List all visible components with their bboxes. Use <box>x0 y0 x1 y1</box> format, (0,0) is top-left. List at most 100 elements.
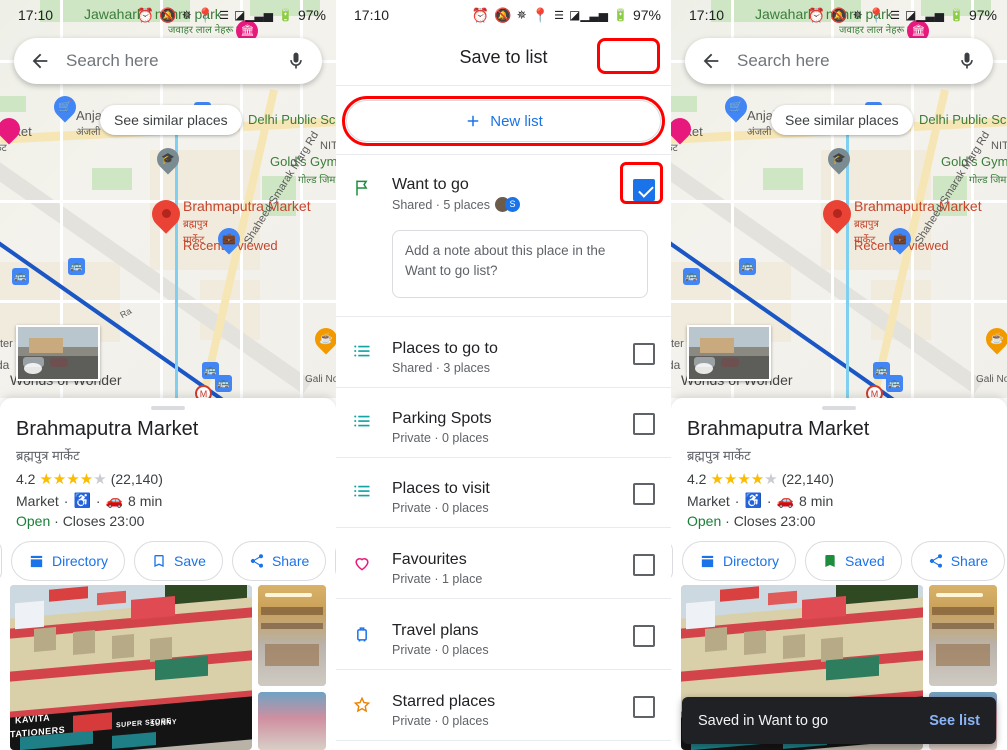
list-item-want-to-go[interactable]: Want to go Shared · 5 places S <box>336 162 671 212</box>
place-detail-sheet-right: Brahmaputra Market ब्रह्मपुत्र मार्केट 4… <box>671 398 1007 750</box>
map-pin-selected[interactable] <box>146 194 186 238</box>
map-label-selected-place: Brahmaputra Market <box>183 198 311 214</box>
bluetooth-icon: ✵ <box>516 8 527 22</box>
map-pin-bag[interactable]: 💼 <box>213 223 245 258</box>
status-bar-left: 17:10 ⏰ 🔕 ✵ 📍 ☰ ◪▁▃▅ 🔋 97% <box>0 0 336 30</box>
place-detail-sheet: Brahmaputra Market ब्रह्मपुत्र मार्केट 4… <box>0 398 336 750</box>
list-item-places-to-visit[interactable]: Places to visit Private · 0 places <box>336 466 671 515</box>
search-bar[interactable]: Search here <box>14 38 322 84</box>
map-icon-transit-2[interactable]: 🚌 <box>12 268 29 285</box>
map-pin-cafe[interactable]: ☕ <box>310 323 336 358</box>
status-bar-right: 17:10 ⏰ 🔕 ✵ 📍 ☰ ◪▁▃▅ 🔋 97% <box>671 0 1007 30</box>
directory-label: Directory <box>723 553 780 569</box>
map-pin-bag[interactable]: 💼 <box>884 223 916 258</box>
list-meta: Private · 0 places <box>392 501 489 515</box>
map-icon-transit-2[interactable]: 🚌 <box>683 268 700 285</box>
list-checkbox-favourites[interactable] <box>633 554 655 576</box>
notifications-off-icon: 🔕 <box>159 6 177 23</box>
status-bar-mid: 17:10 ⏰ 🔕 ✵ 📍 ☰ ◪▁▃▅ 🔋 97% <box>336 0 671 30</box>
map-pin-school[interactable]: 🎓 <box>152 143 184 178</box>
list-item-starred-places[interactable]: Starred places Private · 0 places <box>336 679 671 728</box>
bluetooth-icon: ✵ <box>181 8 192 22</box>
map-canvas[interactable]: Jawaharlal nehru park जवाहर लाल नेहरू पा… <box>0 0 336 398</box>
share-button-right[interactable]: Share <box>910 541 1006 581</box>
save-label: Save <box>174 553 206 569</box>
list-item-text: Starred places Private · 0 places <box>392 693 633 728</box>
map-label-school: Delhi Public Sch <box>248 112 336 127</box>
map-label-nit: NIT <box>320 140 336 152</box>
bookmark-filled-icon <box>822 553 838 569</box>
map-label-school: Delhi Public Sch <box>919 112 1007 127</box>
map-pin-left-edge[interactable] <box>671 113 696 148</box>
map-icon-transit-3[interactable]: 🚌 <box>739 258 756 275</box>
list-checkbox-starred-places[interactable] <box>633 696 655 718</box>
photo-strip[interactable]: KAVITA TATIONERS SUPER STORE SUNNY <box>0 585 336 750</box>
map-pin-shop[interactable]: 🛒 <box>720 91 752 126</box>
map-label-da: da <box>0 358 10 372</box>
status-time-right: 17:10 <box>689 7 725 23</box>
directory-button-right[interactable]: Directory <box>682 541 797 581</box>
list-item-travel-plans[interactable]: Travel plans Private · 0 places <box>336 608 671 657</box>
list-item-text: Places to go to Shared · 3 places <box>392 340 633 375</box>
map-icon-transit-3[interactable]: 🚌 <box>68 258 85 275</box>
list-name: Starred places <box>392 693 496 710</box>
street-view-thumbnail[interactable] <box>16 325 100 381</box>
action-button-partial-left[interactable] <box>671 541 673 581</box>
share-button[interactable]: Share <box>231 541 327 581</box>
see-list-button[interactable]: See list <box>929 713 980 729</box>
see-similar-places-chip[interactable]: See similar places <box>771 105 913 135</box>
directory-button[interactable]: Directory <box>11 541 126 581</box>
place-photo-side-1[interactable] <box>929 585 997 686</box>
list-item-parking-spots[interactable]: Parking Spots Private · 0 places <box>336 396 671 445</box>
back-arrow-icon[interactable] <box>699 49 723 73</box>
new-list-button[interactable]: New list <box>346 100 661 142</box>
place-photo-main[interactable]: KAVITA TATIONERS SUPER STORE SUNNY <box>10 585 252 750</box>
list-item-places-to-go-to[interactable]: Places to go to Shared · 3 places <box>336 326 671 375</box>
search-input[interactable]: Search here <box>52 51 284 71</box>
search-bar-right[interactable]: Search here <box>685 38 993 84</box>
microphone-icon[interactable] <box>955 49 979 73</box>
map-pin-selected[interactable] <box>817 194 857 238</box>
map-pin-shop[interactable]: 🛒 <box>49 91 81 126</box>
note-input[interactable]: Add a note about this place in the Want … <box>392 230 648 298</box>
list-checkbox-travel-plans[interactable] <box>633 625 655 647</box>
place-photo-side-1[interactable] <box>258 585 326 686</box>
list-icon <box>352 410 392 430</box>
list-checkbox-parking-spots[interactable] <box>633 413 655 435</box>
map-icon-metro-2[interactable]: M <box>195 385 212 398</box>
saved-button[interactable]: Saved <box>805 541 902 581</box>
status-system-icons: ⏰ 🔕 ✵ 📍 ☰ ◪▁▃▅ 🔋 97% <box>137 7 326 24</box>
map-icon-metro-2[interactable]: M <box>866 385 883 398</box>
action-button-partial-left[interactable] <box>0 541 2 581</box>
map-canvas-right[interactable]: Jawaharlal nehru park जवाहर लाल नेहरू पा… <box>671 0 1007 398</box>
map-pin-school[interactable]: 🎓 <box>823 143 855 178</box>
list-item-favourites[interactable]: Favourites Private · 1 place <box>336 537 671 586</box>
place-photo-side-2[interactable] <box>258 692 326 750</box>
save-button[interactable]: Save <box>134 541 223 581</box>
rating-value: 4.2 <box>687 471 707 487</box>
street-view-thumbnail[interactable] <box>687 325 771 381</box>
list-icon <box>352 340 392 360</box>
shared-avatars: S <box>494 197 520 212</box>
map-pin-cafe[interactable]: ☕ <box>981 323 1007 358</box>
alarm-icon: ⏰ <box>471 6 490 23</box>
list-checkbox-places-to-visit[interactable] <box>633 483 655 505</box>
share-label: Share <box>271 553 310 569</box>
map-label-gali: Gali No <box>976 374 1007 385</box>
see-similar-places-chip[interactable]: See similar places <box>100 105 242 135</box>
list-meta-row: Shared · 5 places S <box>392 197 633 212</box>
list-checkbox-places-to-go-to[interactable] <box>633 343 655 365</box>
saved-toast: Saved in Want to go See list <box>682 697 996 744</box>
map-pin-left-edge[interactable] <box>0 113 25 148</box>
map-label-selected-local-1: ब्रह्मपुत्र <box>183 219 208 230</box>
car-icon: 🚗 <box>776 492 795 508</box>
map-icon-transit-5[interactable]: 🚌 <box>886 375 903 392</box>
back-arrow-icon[interactable] <box>28 49 52 73</box>
list-name: Travel plans <box>392 622 479 639</box>
list-checkbox-want-to-go[interactable] <box>633 179 655 201</box>
map-label-ter: ter <box>671 338 684 350</box>
map-icon-transit-5[interactable]: 🚌 <box>215 375 232 392</box>
location-icon: 📍 <box>867 6 886 23</box>
microphone-icon[interactable] <box>284 49 308 73</box>
search-input-right[interactable]: Search here <box>723 51 955 71</box>
